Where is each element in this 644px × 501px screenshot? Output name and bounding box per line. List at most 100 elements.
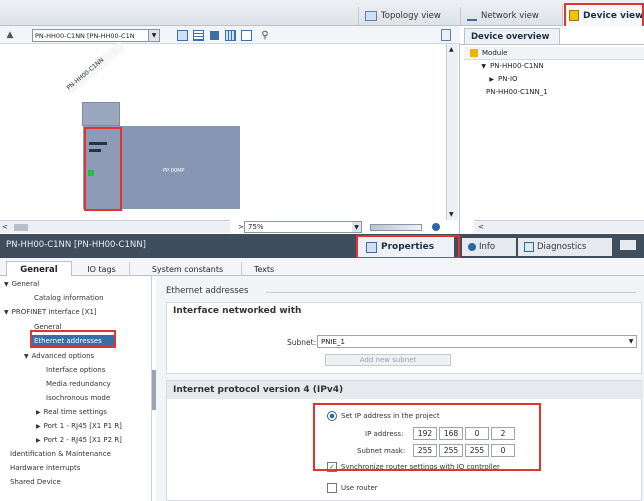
nav-isochronous[interactable]: Isochronous mode [46,392,110,404]
tab-device-view[interactable]: Device view [562,5,644,26]
table-icon[interactable] [192,29,204,41]
zoom-icon[interactable]: ⚲ [258,29,272,41]
overview-row[interactable]: ▼ PN-HH00-C1NN [464,60,644,72]
nav-media-redundancy[interactable]: Media redundancy [46,378,111,390]
tab-info[interactable]: Info [462,238,516,256]
iface-group: Interface networked with Subnet: PNIE_1 … [166,302,643,374]
layout-icon[interactable] [240,29,252,41]
nav-identification-label: Identification & Maintenance [10,450,111,458]
tab-topology-view[interactable]: Topology view [358,7,454,25]
page-icon[interactable] [440,29,452,41]
nav-shared-label: Shared Device [10,478,61,486]
mask-octet-4[interactable]: 0 [491,444,515,457]
tab-io-tags[interactable]: IO tags [74,262,130,276]
grid-icon[interactable] [224,29,236,41]
subnet-value: PNIE_1 [321,337,345,346]
tab-topology-label: Topology view [381,11,441,21]
properties-tabs-bar: General IO tags System constants Texts [0,258,644,277]
canvas-vscrollbar[interactable]: ▲ ▼ [446,44,458,220]
ip-octet-1[interactable]: 192 [413,427,437,440]
nav-interface-options-label: Interface options [46,366,106,374]
nav-interface-options[interactable]: Interface options [46,364,105,376]
nav-ethernet-addresses[interactable]: Ethernet addresses [32,335,114,347]
diagnostics-tab-label: Diagnostics [537,242,587,252]
sync-router-option[interactable]: ✓ Synchronize router settings with IO co… [327,462,500,472]
overview-row-label: PN-HH00-C1NN [490,62,544,70]
draw-icon[interactable] [208,29,220,41]
scroll-left-icon[interactable]: < [2,223,8,231]
tab-network-label: Network view [481,11,539,21]
device-select[interactable]: PN-HH00-C1NN [PN-HH00-C1N ▼ [32,29,160,42]
overview-row[interactable]: PN-HH00-C1NN_1 [464,86,644,98]
tab-diagnostics[interactable]: Diagnostics [518,238,612,256]
nav-realtime[interactable]: ▶ Real time settings [36,406,107,418]
mask-octet-1[interactable]: 255 [413,444,437,457]
subnet-label: Subnet: [287,338,317,347]
mask-label: Subnet mask: [357,447,406,455]
use-router-option[interactable]: Use router [327,483,378,493]
checkbox-checked-icon[interactable]: ✓ [327,462,337,472]
panel-collapse-icon[interactable] [620,240,636,250]
use-router-label: Use router [341,484,378,492]
nav-advanced[interactable]: ▼ Advanced options [24,350,94,362]
nav-general-sub[interactable]: General [34,321,62,333]
tab-properties[interactable]: Properties [358,237,454,257]
nav-port1[interactable]: ▶ Port 1 - RJ45 [X1 P1 R] [36,420,122,432]
nav-profinet[interactable]: ▼ PROFINET interface [X1] [4,306,97,318]
device-overview-tab[interactable]: Device overview [464,28,560,44]
radio-selected-icon[interactable] [327,411,337,421]
zoom-fit-icon[interactable] [430,221,442,233]
properties-icon[interactable] [176,29,188,41]
overview-row[interactable]: ▶ PN-IO [464,73,644,85]
overview-table: Module ▼ PN-HH00-C1NN ▶ PN-IO PN-HH00-C1… [460,44,644,220]
device-nav-icon[interactable]: ▲ [4,29,16,41]
device-rack[interactable]: PP-00MP [83,126,240,209]
overview-hscrollbar[interactable]: < [474,220,644,233]
device-slot-line-2 [89,149,101,152]
ip-octet-2[interactable]: 168 [439,427,463,440]
nav-general-label: General [11,280,40,288]
scroll-thumb[interactable] [14,224,28,231]
nav-port1-label: Port 1 - RJ45 [X1 P1 R] [43,422,122,430]
zoom-slider[interactable] [370,224,422,231]
ip-octet-3[interactable]: 0 [465,427,489,440]
device-select-value: PN-HH00-C1NN [PN-HH00-C1N [35,31,135,40]
tab-system-constants-label: System constants [151,264,224,274]
scroll-down-icon[interactable]: ▼ [449,211,454,218]
checkbox-unchecked-icon[interactable] [327,483,337,493]
section-divider [266,292,636,293]
nav-general-sub-label: General [34,323,62,331]
iface-title: Interface networked with [173,306,302,316]
diagnostics-icon [524,242,534,252]
subnet-select[interactable]: PNIE_1 ▼ [317,335,637,348]
tab-texts[interactable]: Texts [244,262,284,276]
tab-general[interactable]: General [6,261,72,277]
nav-shared-device[interactable]: Shared Device [10,476,61,488]
ip-label: IP address: [365,430,404,438]
add-subnet-button[interactable]: Add new subnet [325,354,451,366]
scroll-left-icon[interactable]: < [478,223,484,231]
device-body-left [83,126,121,209]
scroll-right-icon[interactable]: > [238,223,244,231]
canvas-toolbar: ▲ PN-HH00-C1NN [PN-HH00-C1N ▼ ⚲ [0,26,460,44]
zoom-select[interactable]: 75% ▼ [244,221,362,233]
nav-catalog-label: Catalog information [34,294,104,302]
tab-network-view[interactable]: Network view [460,7,556,25]
nav-catalog[interactable]: Catalog information [34,292,104,304]
nav-media-redundancy-label: Media redundancy [46,380,111,388]
mask-octet-2[interactable]: 255 [439,444,463,457]
nav-general[interactable]: ▼ General [4,278,39,290]
nav-port2[interactable]: ▶ Port 2 - RJ45 [X1 P2 R] [36,434,122,446]
ip-octet-4[interactable]: 2 [491,427,515,440]
mask-octet-3[interactable]: 255 [465,444,489,457]
nav-identification[interactable]: Identification & Maintenance [10,448,111,460]
tab-system-constants[interactable]: System constants [134,262,242,276]
nav-hardware-interrupts[interactable]: Hardware interrupts [10,462,80,474]
device-top-module[interactable] [82,102,120,126]
set-ip-label: Set IP address in the project [341,412,440,420]
scroll-up-icon[interactable]: ▲ [449,46,454,53]
canvas-hscrollbar[interactable]: < > [0,220,244,233]
view-tabs-bar: Topology view Network view Device view [0,0,644,33]
set-ip-option[interactable]: Set IP address in the project [327,411,440,421]
properties-nav-tree: ▼ General Catalog information ▼ PROFINET i… [0,276,152,501]
